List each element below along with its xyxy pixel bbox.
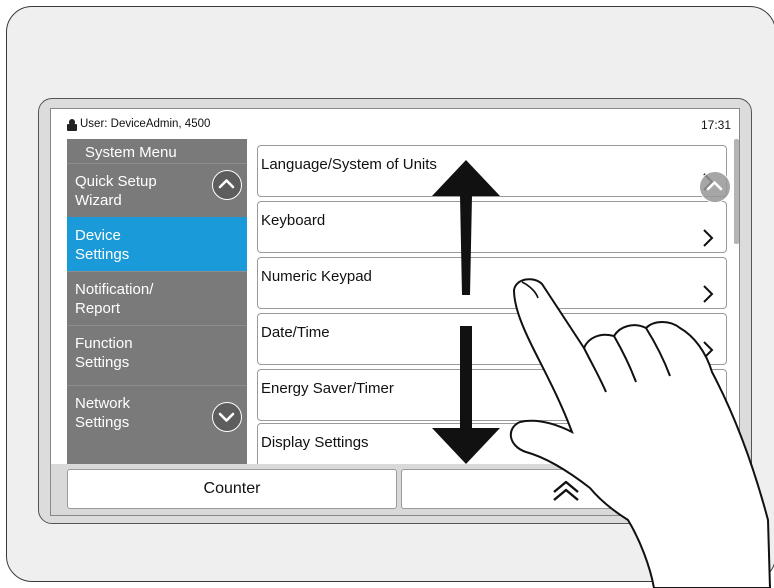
- logged-in-user: User: DeviceAdmin, 4500: [80, 118, 211, 130]
- list-item-numeric-keypad[interactable]: Numeric Keypad: [257, 257, 727, 309]
- sidebar-item-label: Function: [75, 335, 133, 352]
- sidebar-item-label: Network: [75, 395, 131, 412]
- bottom-bar: Counter: [51, 464, 739, 515]
- list-item-keyboard[interactable]: Keyboard: [257, 201, 727, 253]
- list-item-energy-saver-timer[interactable]: Energy Saver/Timer: [257, 369, 727, 421]
- sidebar-scroll-down-button[interactable]: [212, 402, 242, 432]
- list-item-label: Energy Saver/Timer: [261, 380, 394, 397]
- sidebar-item-label: Settings: [75, 354, 130, 371]
- clock: 17:31: [700, 118, 731, 132]
- chevron-right-icon: [703, 229, 714, 247]
- chevron-right-icon: [703, 341, 714, 359]
- sidebar-item-label: Settings: [75, 246, 130, 263]
- sidebar-item-label: Quick Setup: [75, 173, 157, 190]
- counter-label: Counter: [203, 480, 261, 497]
- sidebar-title: System Menu: [85, 144, 177, 161]
- list-item-label: Keyboard: [261, 212, 326, 229]
- list-item-label: Language/System of Units: [261, 156, 437, 173]
- sidebar-item-notification-report[interactable]: Notification/ Report: [67, 271, 247, 325]
- list-item-label: Numeric Keypad: [261, 268, 372, 285]
- double-chevron-up-icon: [553, 480, 579, 501]
- chevron-right-icon: [703, 285, 714, 303]
- list-item-date-time[interactable]: Date/Time: [257, 313, 727, 365]
- home-button[interactable]: [401, 469, 731, 509]
- counter-button[interactable]: Counter: [67, 469, 397, 509]
- list-item-display-settings[interactable]: Display Settings: [257, 423, 727, 464]
- sidebar-item-label: Report: [75, 300, 121, 317]
- chevron-right-icon: [703, 397, 714, 415]
- sidebar-item-device-settings[interactable]: Device Settings: [67, 217, 247, 271]
- status-bar: User: DeviceAdmin, 4500 17:31: [51, 109, 739, 139]
- settings-list: Language/System of Units Keyboard Numeri…: [253, 139, 731, 464]
- list-item-language-system-of-units[interactable]: Language/System of Units: [257, 145, 727, 197]
- sidebar-item-function-settings[interactable]: Function Settings: [67, 325, 247, 379]
- list-scroll-up-button[interactable]: [699, 171, 731, 203]
- chevron-down-icon: [218, 412, 235, 422]
- sidebar-item-label: Device: [75, 227, 121, 244]
- chevron-up-icon: [218, 179, 235, 189]
- list-item-label: Display Settings: [261, 434, 369, 451]
- chevron-up-icon: [706, 181, 723, 191]
- sidebar-scroll-up-button[interactable]: [212, 170, 242, 200]
- user-icon: [67, 119, 77, 131]
- list-item-label: Date/Time: [261, 324, 330, 341]
- touch-panel-screen: User: DeviceAdmin, 4500 17:31 System Men…: [50, 108, 740, 516]
- sidebar: System Menu Quick Setup Wizard Device Se…: [67, 139, 247, 464]
- list-scrollbar[interactable]: [734, 139, 739, 244]
- sidebar-item-label: Notification/: [75, 281, 154, 298]
